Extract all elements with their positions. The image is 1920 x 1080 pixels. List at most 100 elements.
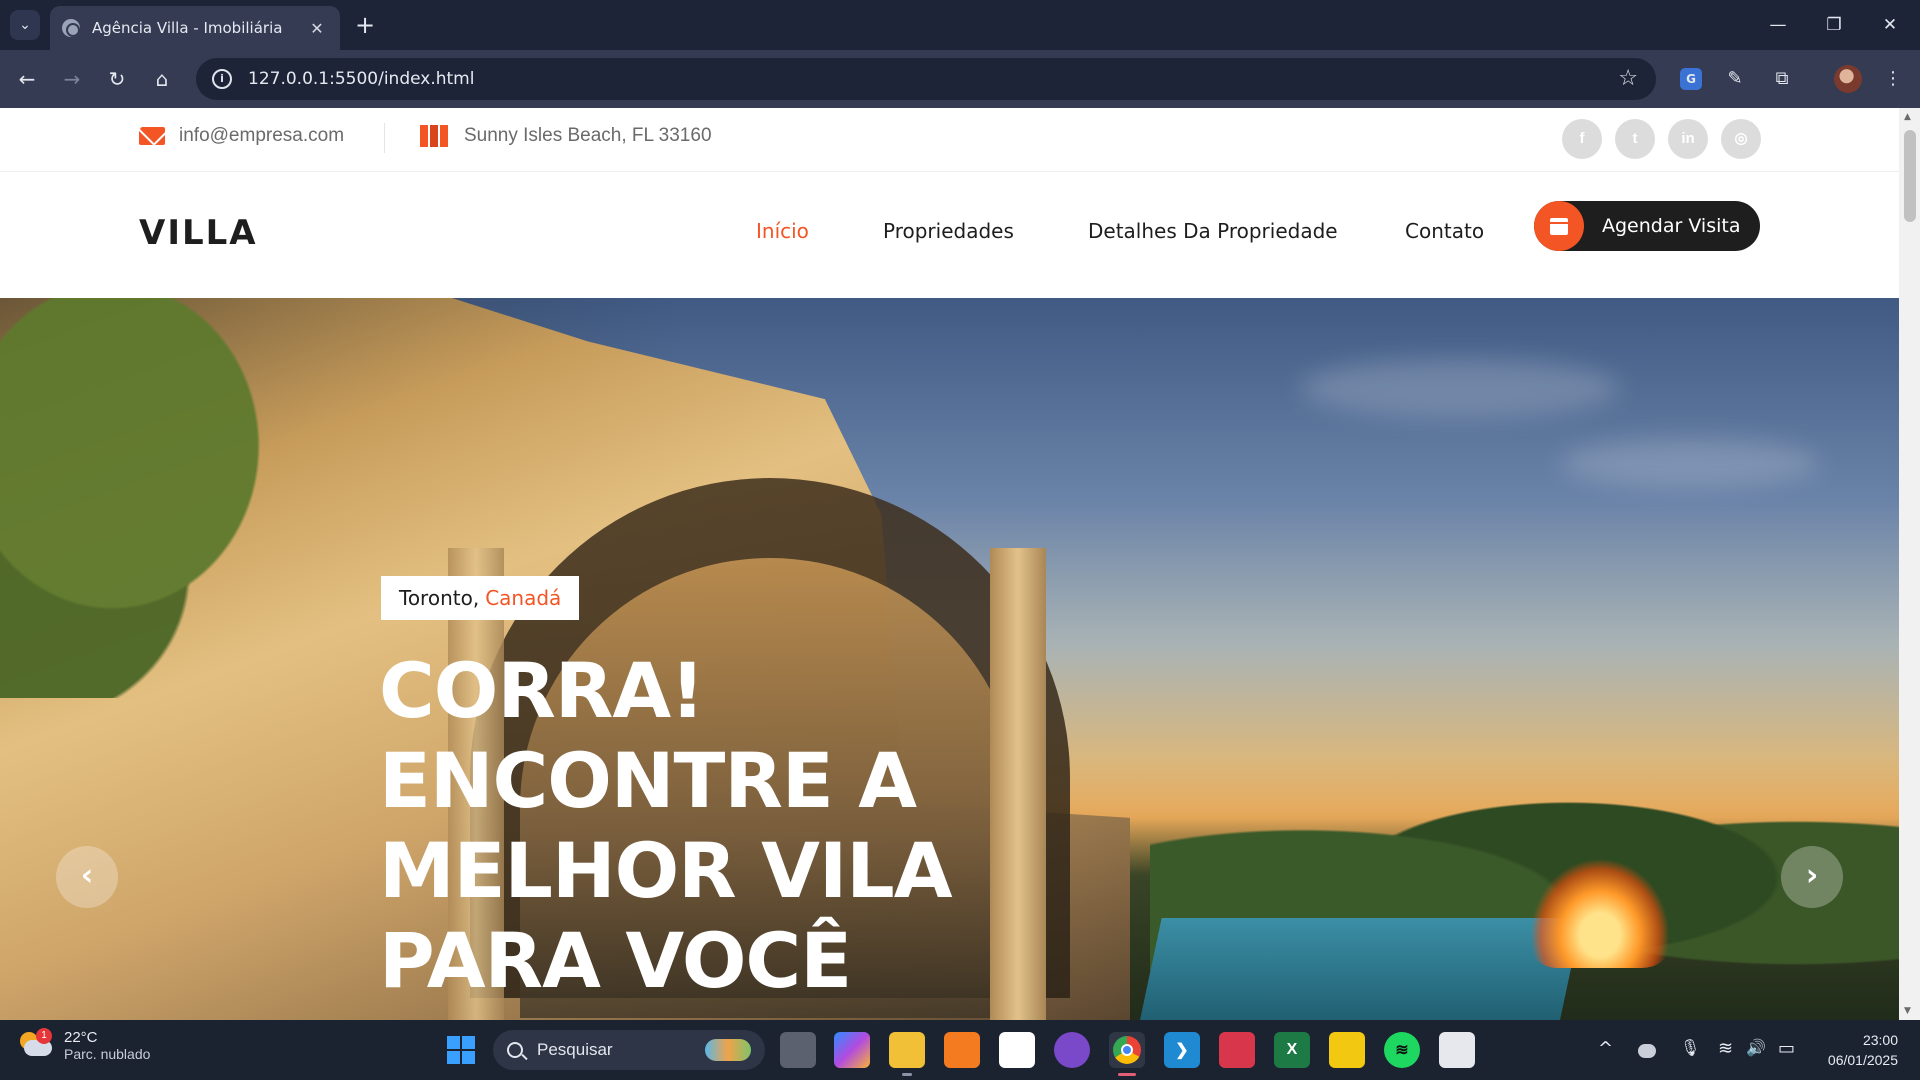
hero-title: CORRA! ENCONTRE A MELHOR VILA PARA VOCÊ xyxy=(379,646,979,1006)
copilot-icon[interactable] xyxy=(834,1032,870,1068)
spotify-icon[interactable]: ≋ xyxy=(1384,1032,1420,1068)
schedule-visit-button[interactable]: Agendar Visita xyxy=(1534,201,1760,251)
twitter-icon[interactable]: t xyxy=(1615,119,1655,159)
nav-link-inicio[interactable]: Início xyxy=(756,219,809,243)
windows-start-icon[interactable] xyxy=(447,1036,475,1064)
power-bi-icon[interactable] xyxy=(1329,1032,1365,1068)
excel-icon[interactable]: X xyxy=(1274,1032,1310,1068)
address-text: Sunny Isles Beach, FL 33160 xyxy=(464,125,712,146)
calendar-icon xyxy=(1534,201,1584,251)
profile-avatar[interactable] xyxy=(1834,65,1862,93)
slider-next-button[interactable]: › xyxy=(1781,846,1843,908)
villa-column xyxy=(990,548,1046,1020)
new-tab-button[interactable]: + xyxy=(352,12,378,38)
browser-tab-active[interactable]: Agência Villa - Imobiliária ✕ xyxy=(50,6,340,50)
search-placeholder: Pesquisar xyxy=(537,1040,613,1059)
globe-icon xyxy=(62,19,80,37)
battery-icon[interactable]: ▭ xyxy=(1778,1038,1795,1059)
show-hidden-icons-chevron[interactable]: ^ xyxy=(1598,1038,1613,1059)
windows-taskbar: 1 22°C Parc. nublado Pesquisar ❯ X ≋ ^ 🎙… xyxy=(0,1020,1920,1080)
browser-toolbar: ← → ↻ ⌂ i 127.0.0.1:5500/index.html ☆ G … xyxy=(0,50,1920,108)
onedrive-icon[interactable] xyxy=(1638,1044,1656,1058)
tree-image xyxy=(0,298,340,698)
bookmark-star-icon[interactable]: ☆ xyxy=(1618,66,1638,91)
wifi-icon[interactable]: ≋ xyxy=(1718,1038,1733,1059)
weather-temperature: 22°C xyxy=(64,1028,98,1046)
screen-recorder-icon[interactable] xyxy=(1219,1032,1255,1068)
envelope-icon xyxy=(139,127,165,145)
home-button[interactable]: ⌂ xyxy=(147,64,177,94)
taskbar-search[interactable]: Pesquisar xyxy=(493,1030,765,1070)
location-country: Canadá xyxy=(485,586,562,610)
weather-condition: Parc. nublado xyxy=(64,1045,151,1062)
facebook-icon[interactable]: f xyxy=(1562,119,1602,159)
task-view-icon[interactable] xyxy=(780,1032,816,1068)
slider-prev-button[interactable]: ‹ xyxy=(56,846,118,908)
github-desktop-icon[interactable] xyxy=(1054,1032,1090,1068)
cloud-shape xyxy=(1560,438,1820,488)
hero-title-line: MELHOR VILA xyxy=(379,826,953,915)
file-explorer-icon[interactable] xyxy=(889,1032,925,1076)
partly-cloudy-icon: 1 xyxy=(20,1028,54,1062)
hero-title-line: PARA VOCÊ xyxy=(379,916,852,1005)
nav-link-propriedades[interactable]: Propriedades xyxy=(883,219,1014,243)
eyedropper-icon[interactable]: ✎ xyxy=(1720,64,1750,94)
system-clock[interactable]: 23:00 06/01/2025 xyxy=(1828,1030,1898,1070)
back-button[interactable]: ← xyxy=(12,64,42,94)
notification-badge: 1 xyxy=(36,1028,52,1044)
contact-topbar: info@empresa.com Sunny Isles Beach, FL 3… xyxy=(0,108,1899,172)
scroll-down-icon[interactable]: ▼ xyxy=(1904,1006,1911,1016)
location-badge: Toronto, Canadá xyxy=(381,576,580,620)
schedule-visit-label: Agendar Visita xyxy=(1602,215,1741,237)
minimize-button[interactable]: — xyxy=(1758,12,1798,38)
pool-image xyxy=(1138,918,1582,1020)
tab-close-icon[interactable]: ✕ xyxy=(306,19,328,38)
linkedin-icon[interactable]: in xyxy=(1668,119,1708,159)
google-translate-icon[interactable]: G xyxy=(1680,68,1702,90)
hero-title-line: ENCONTRE A xyxy=(379,736,917,825)
location-city: Toronto, xyxy=(399,586,480,610)
search-highlight-icon xyxy=(705,1039,751,1061)
page-viewport: info@empresa.com Sunny Isles Beach, FL 3… xyxy=(0,108,1920,1020)
site-logo[interactable]: VILLA xyxy=(139,213,258,253)
volume-icon[interactable]: 🔊 xyxy=(1746,1038,1766,1057)
close-window-button[interactable]: ✕ xyxy=(1870,12,1910,38)
clock-time: 23:00 xyxy=(1862,1032,1898,1048)
chevron-down-icon: ⌄ xyxy=(19,17,31,33)
search-icon xyxy=(507,1042,523,1058)
forward-button[interactable]: → xyxy=(57,64,87,94)
microphone-icon[interactable]: 🎙 xyxy=(1680,1038,1700,1057)
xampp-icon[interactable] xyxy=(944,1032,980,1068)
hero-title-line: CORRA! xyxy=(379,646,705,735)
microsoft-store-icon[interactable] xyxy=(999,1032,1035,1068)
site-header: VILLA Início Propriedades Detalhes Da Pr… xyxy=(0,173,1899,297)
address-contact: Sunny Isles Beach, FL 33160 xyxy=(420,125,712,147)
browser-menu-icon[interactable]: ⋮ xyxy=(1878,64,1908,94)
scroll-up-icon[interactable]: ▲ xyxy=(1904,112,1911,122)
address-bar[interactable]: i 127.0.0.1:5500/index.html ☆ xyxy=(196,58,1656,100)
url-text[interactable]: 127.0.0.1:5500/index.html xyxy=(248,69,474,89)
instagram-icon[interactable]: ◎ xyxy=(1721,119,1761,159)
email-contact[interactable]: info@empresa.com xyxy=(139,125,344,147)
tab-search-button[interactable]: ⌄ xyxy=(10,10,40,40)
page-scrollbar[interactable]: ▲ ▼ xyxy=(1899,108,1920,1020)
chrome-icon[interactable] xyxy=(1109,1032,1145,1076)
browser-tab-strip: ⌄ Agência Villa - Imobiliária ✕ + — ❐ ✕ xyxy=(0,0,1920,50)
site-info-icon[interactable]: i xyxy=(212,69,232,89)
extensions-puzzle-icon[interactable]: ⧉ xyxy=(1767,64,1797,94)
weather-widget[interactable]: 1 22°C Parc. nublado xyxy=(20,1028,150,1062)
reload-button[interactable]: ↻ xyxy=(102,64,132,94)
hero-banner: Toronto, Canadá CORRA! ENCONTRE A MELHOR… xyxy=(0,298,1899,1020)
email-text[interactable]: info@empresa.com xyxy=(179,125,344,147)
snipping-tool-icon[interactable] xyxy=(1439,1032,1475,1068)
nav-link-detalhes[interactable]: Detalhes Da Propriedade xyxy=(1088,219,1338,243)
tab-title: Agência Villa - Imobiliária xyxy=(92,19,283,37)
scrollbar-thumb[interactable] xyxy=(1904,130,1916,222)
map-icon xyxy=(420,125,448,147)
fire-pit-image xyxy=(1530,858,1670,968)
vscode-icon[interactable]: ❯ xyxy=(1164,1032,1200,1068)
nav-link-contato[interactable]: Contato xyxy=(1405,219,1484,243)
topbar-divider xyxy=(384,123,385,153)
clock-date: 06/01/2025 xyxy=(1827,1052,1898,1068)
restore-button[interactable]: ❐ xyxy=(1814,12,1854,38)
